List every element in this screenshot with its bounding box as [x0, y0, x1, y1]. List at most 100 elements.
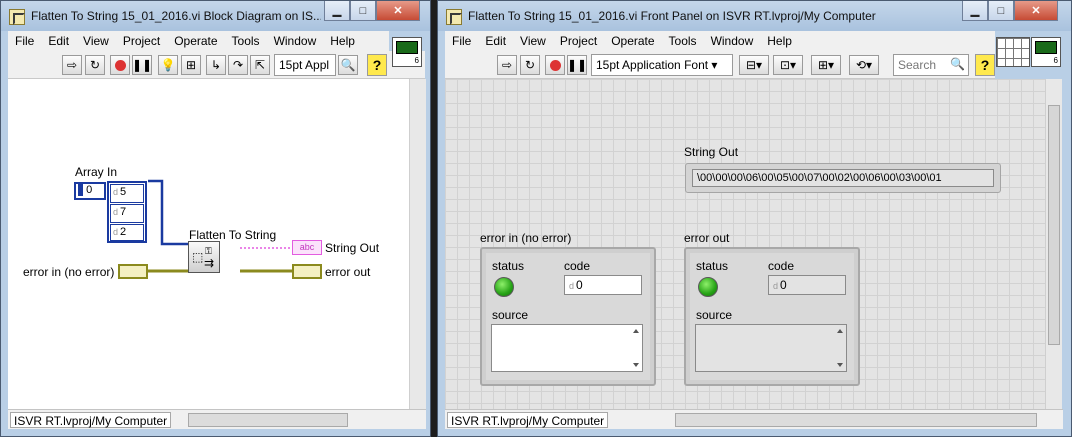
- scroll-up-icon[interactable]: [837, 329, 843, 333]
- array-element[interactable]: d5: [110, 184, 144, 203]
- string-out-indicator-frame: \00\00\00\06\00\05\00\07\00\02\00\06\00\…: [685, 163, 1001, 193]
- labview-vi-icon: [446, 9, 462, 25]
- error-in-label: error in (no error): [23, 265, 115, 279]
- reorder-icon[interactable]: ⟲▾: [849, 55, 879, 75]
- run-continuously-icon[interactable]: ↻: [520, 55, 540, 75]
- string-out-indicator[interactable]: \00\00\00\06\00\05\00\07\00\02\00\06\00\…: [692, 169, 994, 187]
- menu-operate[interactable]: Operate: [604, 34, 661, 48]
- run-icon[interactable]: ⇨: [62, 55, 82, 75]
- status-led[interactable]: [494, 277, 514, 297]
- search-icon[interactable]: 🔍: [338, 55, 358, 75]
- array-in-control[interactable]: d5 d7 d2: [107, 181, 147, 243]
- status-led: [698, 277, 718, 297]
- error-out-terminal[interactable]: [292, 264, 322, 279]
- code-field[interactable]: d0: [564, 275, 642, 295]
- close-button[interactable]: ✕: [1014, 1, 1058, 21]
- maximize-button[interactable]: □: [350, 1, 376, 21]
- radix-indicator: d: [113, 187, 119, 197]
- menu-view[interactable]: View: [513, 34, 553, 48]
- menu-window[interactable]: Window: [267, 34, 324, 48]
- radix-indicator: d: [113, 207, 119, 217]
- vi-icon[interactable]: 6: [1031, 37, 1061, 67]
- vi-icon[interactable]: 6: [392, 37, 422, 67]
- front-panel-canvas[interactable]: String Out \00\00\00\06\00\05\00\07\00\0…: [445, 79, 1045, 409]
- error-in-terminal[interactable]: [118, 264, 148, 279]
- help-icon[interactable]: ?: [975, 54, 995, 76]
- abort-icon[interactable]: [110, 55, 130, 75]
- connector-pane-icon[interactable]: [996, 37, 1030, 67]
- code-label: code: [564, 259, 591, 273]
- flatten-to-string-node[interactable]: ⬚ ⚿ ⇉: [188, 241, 220, 273]
- scroll-up-icon[interactable]: [633, 329, 639, 333]
- menu-bar: File Edit View Project Operate Tools Win…: [445, 31, 995, 51]
- array-element[interactable]: d2: [110, 224, 144, 241]
- data-cube-icon: ⬚: [192, 250, 204, 264]
- resize-objects-icon[interactable]: ⊞▾: [811, 55, 841, 75]
- run-continuously-icon[interactable]: ↻: [85, 55, 105, 75]
- error-out-label: error out: [684, 231, 730, 245]
- step-into-icon[interactable]: ↳: [206, 55, 226, 75]
- block-diagram-titlebar[interactable]: Flatten To String 15_01_2016.vi Block Di…: [1, 1, 430, 31]
- menu-file[interactable]: File: [445, 34, 478, 48]
- maximize-button[interactable]: □: [988, 1, 1014, 21]
- status-label: status: [492, 259, 525, 273]
- menu-tools[interactable]: Tools: [662, 34, 704, 48]
- menu-project[interactable]: Project: [553, 34, 604, 48]
- close-button[interactable]: ✕: [376, 1, 420, 21]
- vertical-scrollbar-thumb[interactable]: [1048, 105, 1060, 345]
- menu-edit[interactable]: Edit: [41, 34, 76, 48]
- retain-wire-values-icon[interactable]: ⊞: [181, 55, 201, 75]
- minimize-button[interactable]: ▁: [962, 1, 988, 21]
- error-in-cluster: status code d0 source: [480, 247, 656, 386]
- string-out-terminal[interactable]: abc: [292, 240, 322, 255]
- window-title: Flatten To String 15_01_2016.vi Front Pa…: [468, 9, 876, 23]
- menu-project[interactable]: Project: [116, 34, 167, 48]
- menu-view[interactable]: View: [76, 34, 116, 48]
- minimize-button[interactable]: ▁: [324, 1, 350, 21]
- array-value: 7: [120, 206, 127, 218]
- menu-operate[interactable]: Operate: [167, 34, 224, 48]
- menu-bar: File Edit View Project Operate Tools Win…: [8, 31, 389, 51]
- pause-icon[interactable]: ❚❚: [567, 55, 587, 75]
- horizontal-scrollbar-thumb[interactable]: [675, 413, 1037, 427]
- front-panel-titlebar[interactable]: Flatten To String 15_01_2016.vi Front Pa…: [438, 1, 1071, 31]
- labview-vi-icon: [9, 9, 25, 25]
- align-objects-icon[interactable]: ⊟▾: [739, 55, 769, 75]
- menu-help[interactable]: Help: [323, 34, 362, 48]
- menu-edit[interactable]: Edit: [478, 34, 513, 48]
- source-field[interactable]: [491, 324, 643, 372]
- search-input[interactable]: Search 🔍: [893, 54, 969, 76]
- abort-icon[interactable]: [545, 55, 565, 75]
- block-diagram-window: Flatten To String 15_01_2016.vi Block Di…: [0, 0, 431, 437]
- pause-icon[interactable]: ❚❚: [132, 55, 152, 75]
- scroll-down-icon[interactable]: [837, 363, 843, 367]
- step-over-icon[interactable]: ↷: [228, 55, 248, 75]
- menu-help[interactable]: Help: [760, 34, 799, 48]
- run-icon[interactable]: ⇨: [497, 55, 517, 75]
- font-select[interactable]: 15pt Appl: [274, 54, 336, 76]
- array-index-display[interactable]: 0: [74, 182, 106, 200]
- help-icon[interactable]: ?: [367, 54, 387, 76]
- horizontal-scrollbar-thumb[interactable]: [188, 413, 348, 427]
- menu-file[interactable]: File: [8, 34, 41, 48]
- flatten-to-string-label: Flatten To String: [189, 228, 277, 242]
- font-select-value: 15pt Application Font: [596, 58, 709, 72]
- array-value: 5: [120, 186, 127, 198]
- project-context[interactable]: ISVR RT.lvproj/My Computer: [447, 412, 609, 428]
- highlight-execution-icon[interactable]: 💡: [158, 55, 178, 75]
- menu-tools[interactable]: Tools: [225, 34, 267, 48]
- array-element[interactable]: d7: [110, 204, 144, 223]
- vertical-scrollbar[interactable]: [1045, 79, 1062, 409]
- project-context[interactable]: ISVR RT.lvproj/My Computer: [10, 412, 172, 428]
- code-field: d0: [768, 275, 846, 295]
- block-diagram-canvas[interactable]: Array In 0 d5 d7 d2 Flatten To String ⬚ …: [8, 79, 409, 409]
- font-select[interactable]: 15pt Application Font ▾: [591, 54, 733, 76]
- source-label: source: [696, 308, 733, 322]
- vertical-scrollbar[interactable]: [409, 79, 426, 409]
- distribute-objects-icon[interactable]: ⊡▾: [773, 55, 803, 75]
- radix-indicator: d: [569, 281, 575, 291]
- menu-window[interactable]: Window: [704, 34, 761, 48]
- step-out-icon[interactable]: ⇱: [250, 55, 270, 75]
- scroll-down-icon[interactable]: [633, 363, 639, 367]
- array-in-label: Array In: [75, 165, 118, 179]
